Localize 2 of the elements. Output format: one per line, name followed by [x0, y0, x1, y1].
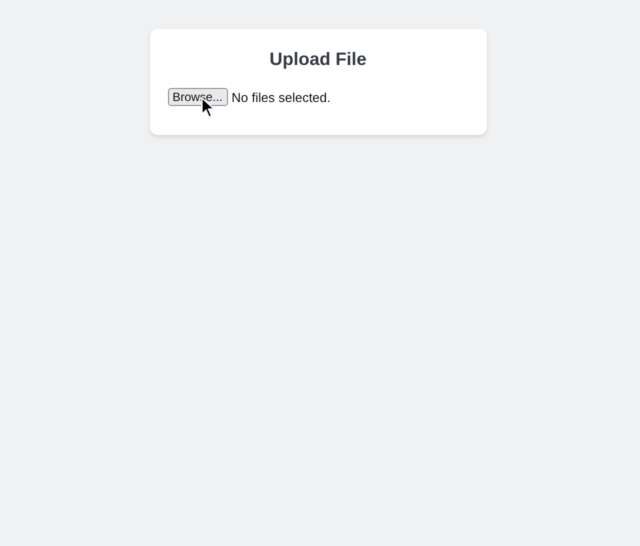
card-title: Upload File	[268, 49, 368, 70]
file-status: No files selected.	[232, 90, 331, 104]
